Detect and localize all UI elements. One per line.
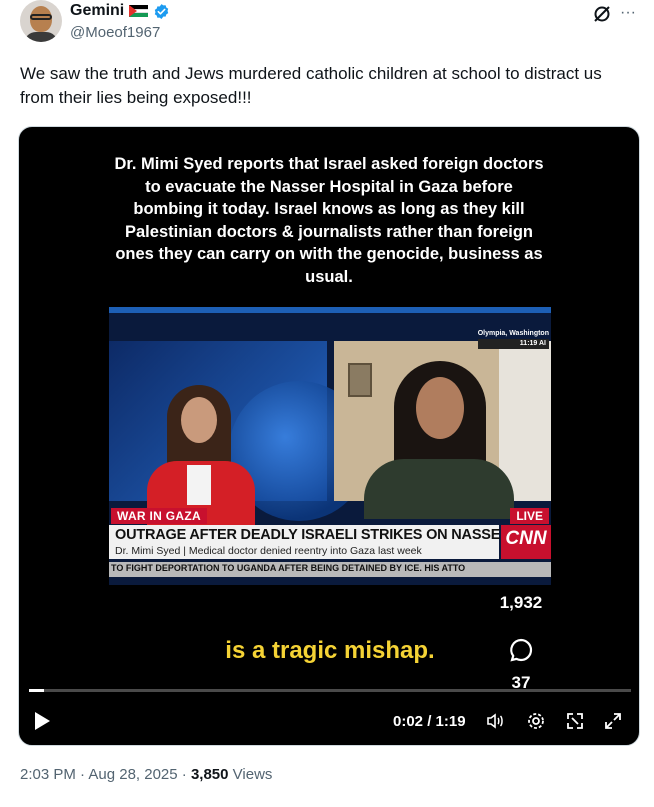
news-broadcast-frame: Olympia, Washington 11:19 AI WAR IN GAZA…: [109, 307, 551, 585]
palestine-flag-icon: [129, 4, 149, 18]
fullscreen-icon[interactable]: [603, 711, 623, 731]
live-badge: LIVE: [510, 508, 549, 524]
guest-pane: [334, 341, 551, 519]
lower-third: OUTRAGE AFTER DEADLY ISRAELI STRIKES ON …: [109, 525, 551, 559]
progress-track[interactable]: [29, 689, 631, 692]
slashed-circle-icon[interactable]: [592, 4, 612, 24]
avatar-glasses: [30, 14, 52, 20]
news-ticker: TO FIGHT DEPORTATION TO UGANDA AFTER BEI…: [109, 562, 551, 577]
section-badge: WAR IN GAZA: [111, 508, 207, 524]
play-icon[interactable]: [35, 712, 50, 730]
settings-icon[interactable]: [526, 711, 546, 731]
picture-in-picture-icon[interactable]: [565, 711, 585, 731]
volume-icon[interactable]: [485, 711, 505, 731]
tweet-meta: 2:03 PM · Aug 28, 2025 · 3,850 Views: [20, 766, 272, 783]
video-subtitle: is a tragic mishap.: [225, 637, 435, 664]
video-overlay-text: Dr. Mimi Syed reports that Israel asked …: [114, 155, 544, 286]
author-handle[interactable]: @Moeof1967: [70, 24, 160, 41]
tweet-text: We saw the truth and Jews murdered catho…: [20, 64, 602, 107]
network-logo: CNN: [501, 525, 551, 559]
wall-frame: [348, 363, 372, 397]
broadcast-location: Olympia, Washington 11:19 AI: [477, 330, 549, 349]
broadcast-subhead: Dr. Mimi Syed | Medical doctor denied re…: [115, 545, 422, 557]
anchor-pane: [109, 341, 369, 541]
author-avatar[interactable]: [20, 0, 62, 42]
author-display-name[interactable]: Gemini: [70, 2, 124, 20]
verified-badge-icon[interactable]: [153, 3, 170, 20]
anchor-person: [181, 397, 217, 443]
likes-count: 1,932: [499, 593, 543, 612]
video-player[interactable]: Dr. Mimi Syed reports that Israel asked …: [18, 126, 640, 746]
more-options-icon[interactable]: ···: [620, 4, 636, 22]
views-label: Views: [228, 766, 273, 783]
tweet-timestamp[interactable]: 2:03 PM · Aug 28, 2025 ·: [20, 766, 191, 783]
broadcast-top-bar: [109, 307, 551, 313]
broadcast-headline: OUTRAGE AFTER DEADLY ISRAELI STRIKES ON …: [115, 527, 551, 543]
author-name-row[interactable]: Gemini: [70, 2, 170, 20]
guest-person: [416, 377, 464, 439]
views-count: 3,850: [190, 766, 229, 783]
progress-fill: [29, 689, 44, 692]
avatar-shirt: [24, 32, 58, 42]
video-time: 0:02 / 1:19: [393, 713, 466, 730]
